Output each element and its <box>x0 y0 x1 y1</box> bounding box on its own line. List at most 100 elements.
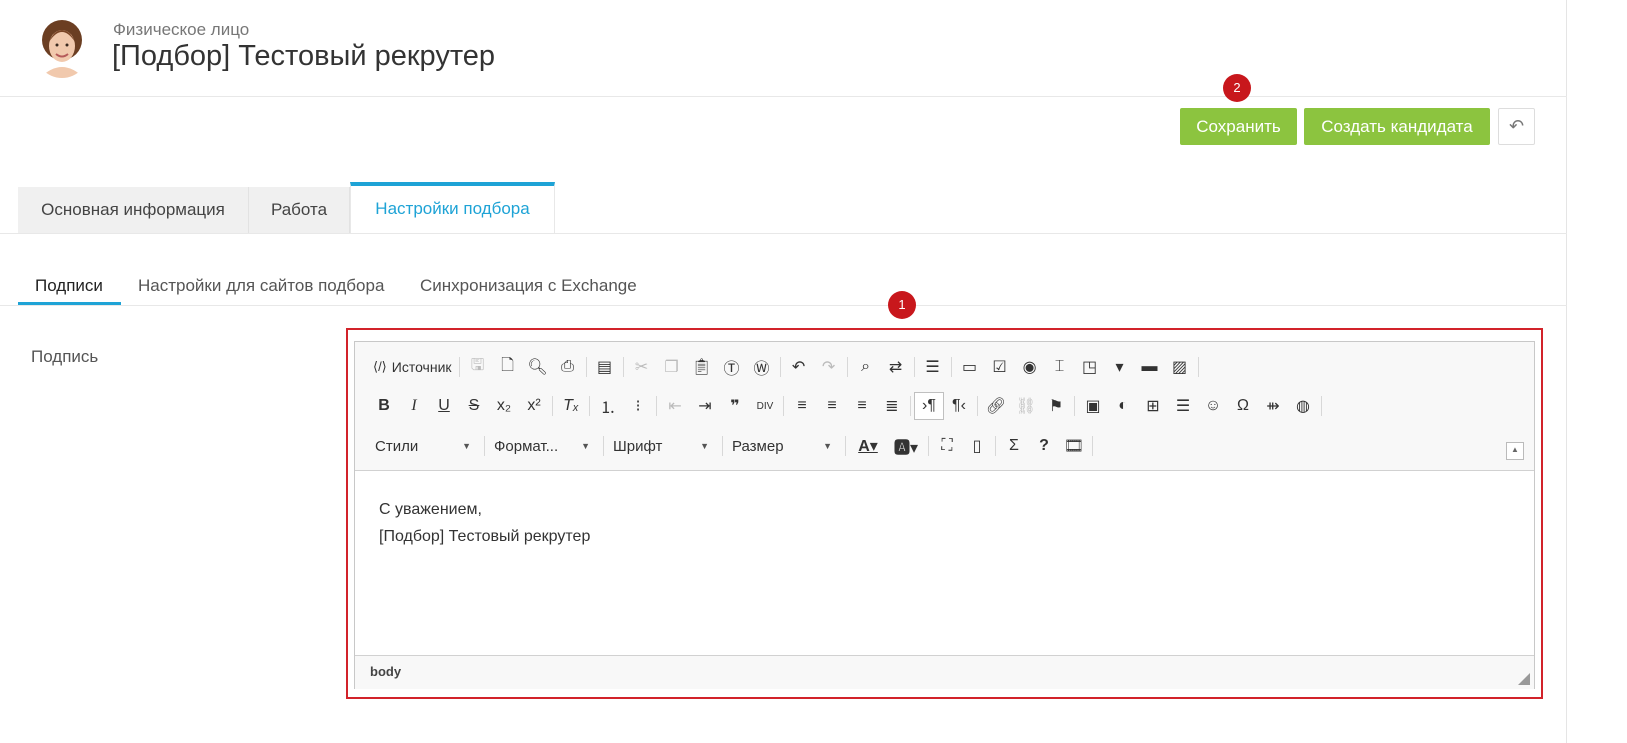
separator <box>1074 396 1075 416</box>
font-combo[interactable]: Шрифт ▼ <box>607 432 719 460</box>
toolbar-row-1: ⟨/⟩ Источник 🖫 🗋 🔍︎ ⎙ ▤ ✂ ❐ 📋︎ Ⓣ Ⓦ ↶ ↷ ⌕… <box>369 353 1202 381</box>
new-page-icon[interactable]: 🗋 <box>493 353 523 381</box>
italic-icon[interactable]: I <box>399 392 429 420</box>
ltr-direction-icon[interactable]: ›¶ <box>914 392 944 420</box>
tab-recruiting-settings[interactable]: Настройки подбора <box>350 182 555 233</box>
flash-icon[interactable]: ◐ <box>1108 392 1138 420</box>
preview-icon[interactable]: 🔍︎ <box>523 353 553 381</box>
editor-statusbar: body <box>355 655 1534 689</box>
show-blocks-icon[interactable]: ▯ <box>962 432 992 460</box>
back-button[interactable]: ↶ <box>1498 108 1535 145</box>
create-candidate-button[interactable]: Создать кандидата <box>1304 108 1490 145</box>
save-doc-icon[interactable]: 🖫 <box>463 353 493 381</box>
subtab-recruiting-sites[interactable]: Настройки для сайтов подбора <box>138 276 384 296</box>
blockquote-icon[interactable]: ❞ <box>720 392 750 420</box>
indent-icon[interactable]: ⇥ <box>690 392 720 420</box>
annotation-marker-2: 2 <box>1223 74 1251 102</box>
sub-tabs: Подписи Настройки для сайтов подбора Син… <box>0 266 1567 306</box>
select-all-icon[interactable]: ☰ <box>918 353 948 381</box>
underline-icon[interactable]: U <box>429 392 459 420</box>
format-combo-label: Формат... <box>494 437 559 455</box>
iframe-globe-icon[interactable]: ◍ <box>1288 392 1318 420</box>
horizontal-line-icon[interactable]: ☰ <box>1168 392 1198 420</box>
paste-text-icon[interactable]: Ⓣ <box>717 353 747 381</box>
radio-icon[interactable]: ◉ <box>1015 353 1045 381</box>
element-path[interactable]: body <box>370 664 401 679</box>
unlink-icon[interactable]: ⛓ <box>1011 392 1041 420</box>
replace-icon[interactable]: ⇄ <box>881 353 911 381</box>
numbered-list-icon[interactable]: ⒈ <box>593 392 623 420</box>
subtab-signatures[interactable]: Подписи <box>35 276 103 296</box>
active-subtab-indicator <box>18 302 121 305</box>
outdent-icon[interactable]: ⇤ <box>660 392 690 420</box>
editor-toolbar: ⟨/⟩ Источник 🖫 🗋 🔍︎ ⎙ ▤ ✂ ❐ 📋︎ Ⓣ Ⓦ ↶ ↷ ⌕… <box>355 342 1534 471</box>
tab-work[interactable]: Работа <box>249 187 350 233</box>
chevron-down-icon: ▼ <box>823 441 832 451</box>
math-sigma-icon[interactable]: Σ <box>999 432 1029 460</box>
paste-icon[interactable]: 📋︎ <box>687 353 717 381</box>
maximize-icon[interactable]: ⛶ <box>932 432 962 460</box>
div-container-icon[interactable]: DIV <box>750 392 780 420</box>
find-icon[interactable]: ⌕ <box>851 353 881 381</box>
separator <box>589 396 590 416</box>
justify-icon[interactable]: ≣ <box>877 392 907 420</box>
remove-format-icon[interactable]: Tₓ <box>556 392 586 420</box>
text-color-icon[interactable]: A▾ <box>849 432 887 460</box>
align-center-icon[interactable]: ≡ <box>817 392 847 420</box>
background-color-icon[interactable]: 🅰▾ <box>887 432 925 460</box>
size-combo[interactable]: Размер ▼ <box>726 432 842 460</box>
paste-word-icon[interactable]: Ⓦ <box>747 353 777 381</box>
bulleted-list-icon[interactable]: ⁝ <box>623 392 653 420</box>
format-combo[interactable]: Формат... ▼ <box>488 432 600 460</box>
help-icon[interactable]: ? <box>1029 432 1059 460</box>
separator <box>995 436 996 456</box>
separator <box>783 396 784 416</box>
separator <box>585 357 587 377</box>
page-header: Физическое лицо [Подбор] Тестовый рекрут… <box>0 0 1567 97</box>
subscript-icon[interactable]: x₂ <box>489 392 519 420</box>
video-icon[interactable]: 🎞︎ <box>1059 432 1089 460</box>
select-field-icon[interactable]: ▾ <box>1105 353 1135 381</box>
textarea-icon[interactable]: ◳ <box>1075 353 1105 381</box>
signature-label: Подпись <box>31 347 99 366</box>
align-left-icon[interactable]: ≡ <box>787 392 817 420</box>
subtab-exchange-sync[interactable]: Синхронизация с Exchange <box>420 276 637 296</box>
source-label: Источник <box>391 359 452 375</box>
copy-icon[interactable]: ❐ <box>657 353 687 381</box>
bold-icon[interactable]: B <box>369 392 399 420</box>
print-icon[interactable]: ⎙ <box>553 353 583 381</box>
editor-content[interactable]: С уважением, [Подбор] Тестовый рекрутер <box>379 496 590 550</box>
form-icon[interactable]: ▭ <box>955 353 985 381</box>
undo-icon[interactable]: ↶ <box>784 353 814 381</box>
image-icon[interactable]: ▣ <box>1078 392 1108 420</box>
styles-combo-label: Стили <box>375 437 419 455</box>
strikethrough-icon[interactable]: S <box>459 392 489 420</box>
save-button[interactable]: Сохранить <box>1180 108 1297 145</box>
smiley-icon[interactable]: ☺ <box>1198 392 1228 420</box>
link-icon[interactable]: 🔗︎ <box>981 392 1011 420</box>
templates-icon[interactable]: ▤ <box>590 353 620 381</box>
page-break-icon[interactable]: ⇻ <box>1258 392 1288 420</box>
align-right-icon[interactable]: ≡ <box>847 392 877 420</box>
entity-type: Физическое лицо <box>113 20 250 39</box>
cut-icon[interactable]: ✂ <box>627 353 657 381</box>
collapse-toolbar-icon[interactable]: ▲ <box>1506 442 1524 460</box>
textfield-icon[interactable]: ⌶ <box>1045 353 1075 381</box>
anchor-flag-icon[interactable]: ⚑ <box>1041 392 1071 420</box>
hidden-field-icon[interactable]: ▨ <box>1165 353 1195 381</box>
source-button[interactable]: ⟨/⟩ Источник <box>369 359 456 375</box>
superscript-icon[interactable]: x² <box>519 392 549 420</box>
styles-combo[interactable]: Стили ▼ <box>369 432 481 460</box>
separator <box>552 396 553 416</box>
redo-icon[interactable]: ↷ <box>814 353 844 381</box>
rtl-direction-icon[interactable]: ¶‹ <box>944 392 974 420</box>
annotation-marker-1: 1 <box>888 291 916 319</box>
special-char-icon[interactable]: Ω <box>1228 392 1258 420</box>
resize-handle-icon[interactable] <box>1518 673 1530 685</box>
tab-basic-info[interactable]: Основная информация <box>18 187 249 233</box>
button-field-icon[interactable]: ▬ <box>1135 353 1165 381</box>
table-icon[interactable]: ⊞ <box>1138 392 1168 420</box>
separator <box>913 357 915 377</box>
scroll-gutter <box>1566 0 1627 743</box>
checkbox-icon[interactable]: ☑ <box>985 353 1015 381</box>
